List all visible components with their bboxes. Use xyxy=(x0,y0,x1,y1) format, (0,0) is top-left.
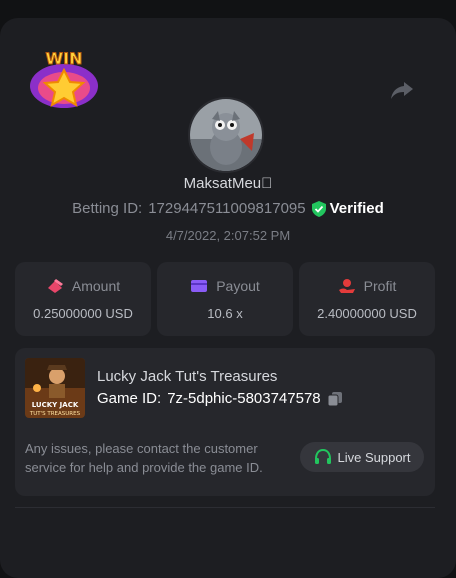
copy-icon[interactable] xyxy=(327,391,343,407)
hand-coin-icon xyxy=(338,278,355,293)
avatar xyxy=(188,97,264,173)
bottom-divider xyxy=(15,507,435,508)
thumb-title-line2: TUT'S TREASURES xyxy=(29,411,81,417)
bet-stats: Amount 0.25000000 USD Payout 10.6 x Prof… xyxy=(15,262,435,336)
game-id-label: Game ID: xyxy=(97,390,162,407)
headset-icon xyxy=(314,449,331,464)
game-info-panel: LUCKY JACK TUT'S TREASURES Lucky Jack Tu… xyxy=(15,348,435,496)
stat-amount-label: Amount xyxy=(71,277,121,294)
card-icon xyxy=(191,279,208,292)
thumb-title-line1: LUCKY JACK xyxy=(32,401,79,409)
stat-payout: Payout 10.6 x xyxy=(157,262,293,336)
betting-id-value: 1729447511009817095 xyxy=(148,200,306,217)
win-badge-text: WIN xyxy=(46,49,83,68)
stat-profit-label: Profit xyxy=(363,277,397,294)
bet-date: 4/7/2022, 2:07:52 PM xyxy=(165,228,291,243)
stat-profit: Profit 2.40000000 USD xyxy=(299,262,435,336)
share-button[interactable] xyxy=(388,76,416,104)
shield-check-icon xyxy=(311,200,326,217)
game-id-row: Game ID: 7z-5dphic-5803747578 xyxy=(97,390,343,407)
game-thumbnail[interactable]: LUCKY JACK TUT'S TREASURES xyxy=(25,358,85,418)
game-id-value: 7z-5dphic-5803747578 xyxy=(167,390,321,407)
chip-icon xyxy=(47,278,63,293)
win-badge-icon: WIN xyxy=(26,42,102,114)
betting-id-row: Betting ID: 1729447511009817095 Verified xyxy=(0,200,456,217)
stat-profit-value: 2.40000000 USD xyxy=(317,305,417,321)
stat-amount-value: 0.25000000 USD xyxy=(33,305,133,321)
verified-label: Verified xyxy=(329,200,384,217)
live-support-label: Live Support xyxy=(337,449,411,465)
stat-payout-label: Payout xyxy=(216,277,260,294)
verified-badge: Verified xyxy=(311,200,384,217)
game-title[interactable]: Lucky Jack Tut's Treasures xyxy=(97,368,277,385)
username: MaksatMeu  xyxy=(183,175,273,192)
betting-id-label: Betting ID: xyxy=(72,200,143,217)
stat-payout-value: 10.6 x xyxy=(207,305,243,321)
support-help-text: Any issues, please contact the customer … xyxy=(25,441,263,475)
live-support-button[interactable]: Live Support xyxy=(300,442,424,472)
share-icon xyxy=(391,82,413,99)
stat-amount: Amount 0.25000000 USD xyxy=(15,262,151,336)
